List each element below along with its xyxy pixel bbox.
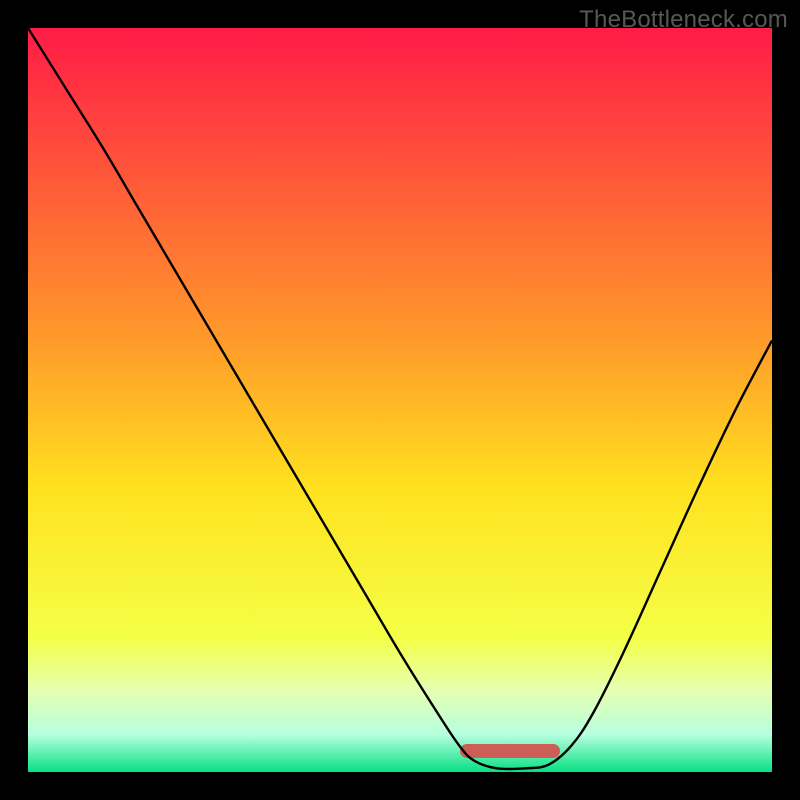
bottleneck-curve <box>28 28 772 769</box>
plot-area <box>28 28 772 772</box>
curve-layer <box>28 28 772 772</box>
chart-container: TheBottleneck.com <box>0 0 800 800</box>
plot-frame <box>28 28 772 772</box>
watermark-label: TheBottleneck.com <box>579 6 788 34</box>
